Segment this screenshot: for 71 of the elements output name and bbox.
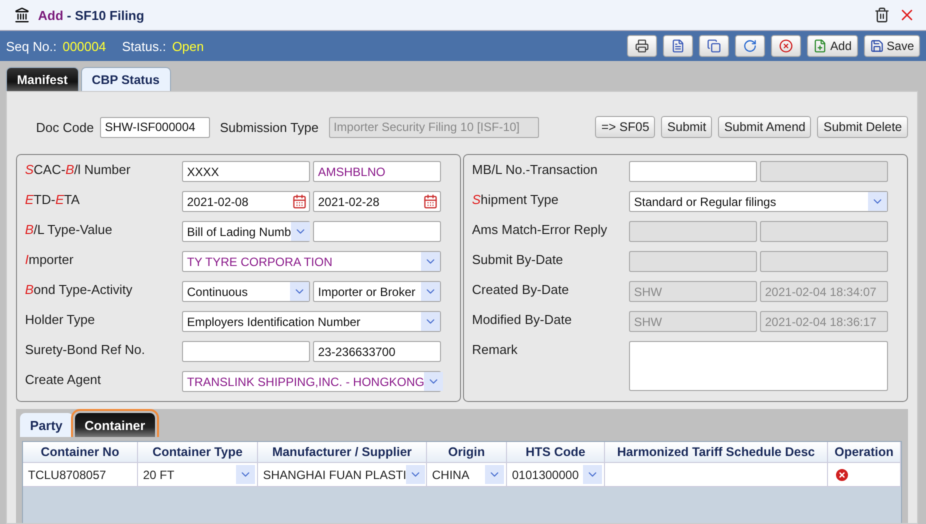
field-label: Bond Type-Activity <box>25 281 134 297</box>
field-label: Holder Type <box>25 311 96 327</box>
action-button[interactable]: Submit Delete <box>817 116 908 138</box>
field-label: Ams Match-Error Reply <box>472 221 608 237</box>
dropdown[interactable]: CHINA <box>427 463 507 486</box>
copy-icon <box>707 39 722 53</box>
action-button[interactable]: Submit Amend <box>718 116 812 138</box>
dropdown[interactable]: Standard or Regular filings <box>629 191 888 212</box>
save-button[interactable]: Save <box>864 35 920 57</box>
dropdown[interactable]: TY TYRE CORPORA TION <box>182 251 441 272</box>
doc-code-field[interactable]: SHW-ISF000004 <box>100 116 210 138</box>
seq-label: Seq No.: <box>6 38 57 54</box>
date-field[interactable]: 2021-02-08 <box>182 191 310 212</box>
dropdown[interactable]: Importer or Broker <box>313 281 441 302</box>
file-plus-icon <box>813 39 828 53</box>
dropdown[interactable]: Continuous <box>182 281 310 302</box>
action-button[interactable]: => SF05 <box>595 116 656 138</box>
text-field[interactable]: XXXX <box>182 161 310 182</box>
refresh-icon <box>743 39 758 53</box>
date-field[interactable]: 2021-02-28 <box>313 191 441 212</box>
field-label: ETD-ETA <box>25 191 81 207</box>
remark-field[interactable] <box>629 341 888 391</box>
text-field[interactable] <box>313 221 441 242</box>
delete-icon[interactable] <box>834 466 850 482</box>
cancel-button[interactable] <box>771 35 802 57</box>
tab[interactable]: Manifest <box>6 67 79 91</box>
refresh-button[interactable] <box>735 35 766 57</box>
status-value: Open <box>172 38 204 54</box>
printer-icon <box>635 39 650 53</box>
dropdown[interactable]: TRANSLINK SHIPPING,INC. - HONGKONG <box>182 371 441 392</box>
dropdown[interactable]: 20 FT <box>138 463 258 486</box>
calendar-icon[interactable] <box>423 194 438 209</box>
bank-icon <box>14 7 30 23</box>
field-label: Created By-Date <box>472 281 570 297</box>
seq-value: 000004 <box>62 38 106 54</box>
dropdown[interactable]: Employers Identification Number <box>182 311 441 332</box>
field-label: Surety-Bond Ref No. <box>25 341 146 357</box>
action-button[interactable]: Submit <box>661 116 712 138</box>
tab[interactable]: Party <box>20 413 73 437</box>
dropdown[interactable]: 0101300000 <box>507 463 605 486</box>
tab[interactable]: CBP Status <box>80 67 171 91</box>
copy-button[interactable] <box>699 35 730 57</box>
field-label: B/L Type-Value <box>25 221 114 237</box>
doc-code-label: Doc Code <box>36 120 94 134</box>
field-label: Modified By-Date <box>472 311 573 327</box>
field-label: Importer <box>25 251 74 267</box>
dropdown[interactable]: Bill of Lading Numb <box>182 221 310 242</box>
text-field[interactable] <box>629 161 757 182</box>
field-label: Remark <box>472 341 519 357</box>
field-label: Shipment Type <box>472 191 560 207</box>
status-label: Status.: <box>122 38 166 54</box>
print-button[interactable] <box>627 35 658 57</box>
cancel-icon <box>779 39 794 53</box>
text-field[interactable]: AMSHBLNO <box>313 161 441 182</box>
text-field[interactable]: 23-236633700 <box>313 341 441 362</box>
table-cell: TCLU8708057 <box>23 463 138 486</box>
text-field[interactable] <box>182 341 310 362</box>
submission-type-label: Submission Type <box>220 120 319 134</box>
field-label: MB/L No.-Transaction <box>472 161 598 177</box>
field-label: Submit By-Date <box>472 251 564 267</box>
field-label: Create Agent <box>25 371 102 387</box>
window-title: Add - SF10 Filing <box>38 8 146 22</box>
floppy-icon <box>870 39 884 53</box>
field-label: SCAC-B/l Number <box>25 161 132 177</box>
trash-icon[interactable] <box>874 7 890 23</box>
calendar-icon[interactable] <box>292 194 307 209</box>
dropdown[interactable]: SHANGHAI FUAN PLASTI <box>258 463 427 486</box>
document-button[interactable] <box>663 35 694 57</box>
document-icon <box>671 39 686 53</box>
tab[interactable]: Container <box>74 413 156 437</box>
add-button[interactable]: Add <box>807 35 858 57</box>
